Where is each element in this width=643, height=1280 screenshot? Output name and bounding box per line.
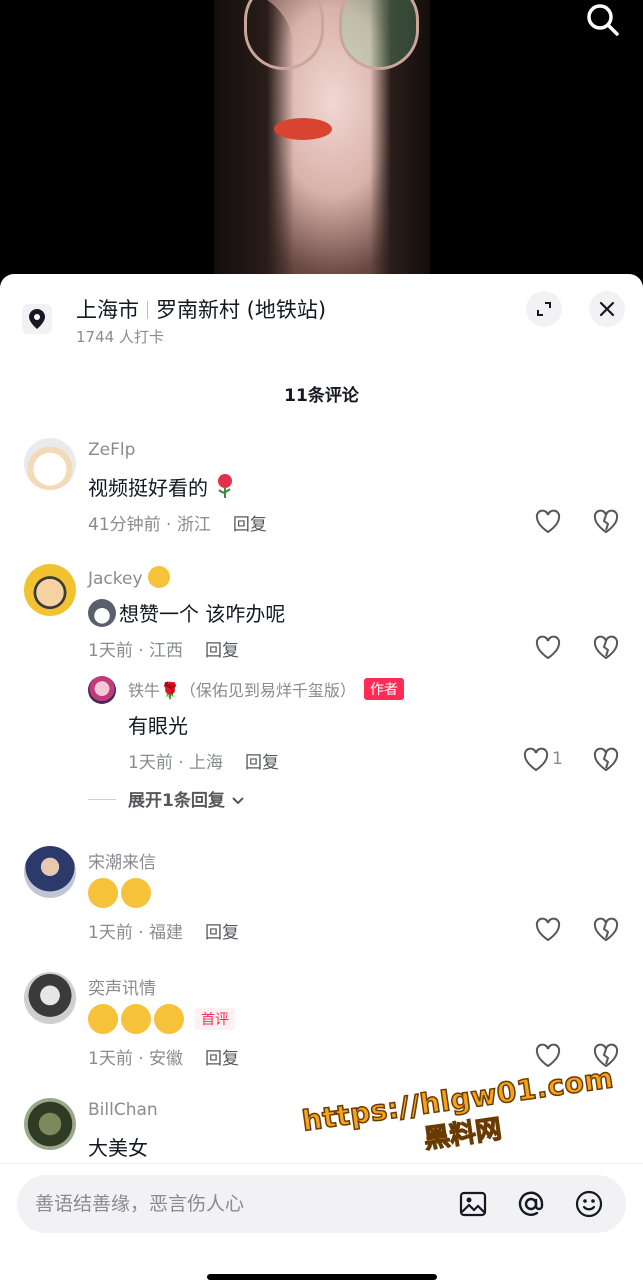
reply-time-location: 1天前 · 上海 [128,753,224,773]
grinning-face-icon [88,1004,118,1034]
comment-meta: 1天前 · 江西 回复 [88,636,239,661]
mention-icon[interactable] [516,1189,546,1219]
reply-button[interactable]: 回复 [205,641,239,661]
reply-author[interactable]: 铁牛🌹（保佑见到易烊千玺版） 作者 [128,677,404,701]
first-comment-badge: 首评 [195,1008,235,1030]
location-city: 上海市 [76,298,139,322]
comment-input-box[interactable] [17,1175,626,1233]
reply-text: 有眼光 [128,714,188,738]
rose-icon [214,474,236,500]
comment-author-name: Jackey [88,569,143,589]
avatar[interactable] [24,1098,76,1150]
location-place: 罗南新村 (地铁站) [156,298,327,322]
comment-time-location: 1天前 · 福建 [88,923,184,943]
reply-button[interactable]: 回复 [245,753,279,773]
comment-text: 首评 [88,1004,235,1034]
heart-icon[interactable] [534,508,562,536]
like-count: 1 [552,749,563,769]
comment-text: 大美女 [88,1136,148,1160]
grinning-face-icon [154,1004,184,1034]
comment-time-location: 41分钟前 · 浙江 [88,515,211,535]
expand-button[interactable] [526,291,562,327]
comment-author[interactable]: Jackey [88,566,173,589]
reply-author-name: 铁牛🌹（保佑见到易烊千玺版） [128,681,356,700]
avatar[interactable] [88,676,116,704]
reply-meta: 1天前 · 上海 回复 [128,748,279,773]
close-button[interactable] [589,291,625,327]
location-title: 上海市 罗南新村 (地铁站) [76,294,326,324]
expand-replies-button[interactable]: 展开1条回复 [88,786,245,811]
comment-input[interactable] [35,1175,435,1233]
comment-time-location: 1天前 · 安徽 [88,1049,184,1069]
comment-count: 11条评论 [284,386,359,406]
location-checkins: 1744 人打卡 [76,328,164,346]
smiling-face-icon [147,566,170,588]
heart-icon[interactable] [534,634,562,662]
heart-icon[interactable] [534,1042,562,1070]
search-icon[interactable] [585,2,621,38]
location-header[interactable]: 上海市 罗南新村 (地铁站) 1744 人打卡 [0,274,643,356]
avatar[interactable] [24,846,76,898]
husky-icon [88,599,116,627]
heart-eyes-icon [121,878,151,908]
broken-heart-icon[interactable] [592,634,620,662]
location-pin-icon [22,304,52,334]
divider [88,799,116,800]
broken-heart-icon[interactable] [592,746,620,774]
comment-author[interactable]: 奕声讯情 [88,974,156,999]
heart-icon[interactable] [534,916,562,944]
comment-meta: 41分钟前 · 浙江 回复 [88,510,267,535]
author-badge: 作者 [363,678,404,700]
reply-button[interactable]: 回复 [233,515,267,535]
emoji-icon[interactable] [574,1189,604,1219]
avatar[interactable] [24,564,76,616]
image-icon[interactable] [458,1189,488,1219]
grinning-face-icon [121,1004,151,1034]
home-indicator[interactable] [207,1274,437,1280]
heart-icon[interactable] [522,746,550,774]
comment-text: 视频挺好看的 [88,472,236,501]
avatar[interactable] [24,972,76,1024]
video-content [244,0,324,70]
comment-text-content: 视频挺好看的 [88,476,208,500]
close-icon [599,301,615,317]
comment-author[interactable]: ZeFlp [88,440,135,460]
comment-meta: 1天前 · 安徽 回复 [88,1044,239,1069]
broken-heart-icon[interactable] [592,916,620,944]
expand-icon [537,302,551,316]
broken-heart-icon[interactable] [592,508,620,536]
comment-time-location: 1天前 · 江西 [88,641,184,661]
comment-meta: 1天前 · 福建 回复 [88,918,239,943]
video-player[interactable] [0,0,643,290]
video-content [274,118,332,140]
reply-button[interactable]: 回复 [205,1049,239,1069]
video-frame [214,0,430,290]
comment-author[interactable]: 宋潮来信 [88,848,156,873]
reply-button[interactable]: 回复 [205,923,239,943]
comment-author[interactable]: BillChan [88,1100,158,1120]
expand-replies-label: 展开1条回复 [128,791,225,811]
divider [147,301,148,319]
comment-input-bar [0,1163,643,1280]
comment-text [88,878,154,908]
comment-text: 想赞一个 该咋办呢 [88,598,285,627]
chevron-down-icon [231,791,245,811]
comment-text-content: 想赞一个 该咋办呢 [119,602,286,626]
heart-eyes-icon [88,878,118,908]
avatar[interactable] [24,438,76,490]
